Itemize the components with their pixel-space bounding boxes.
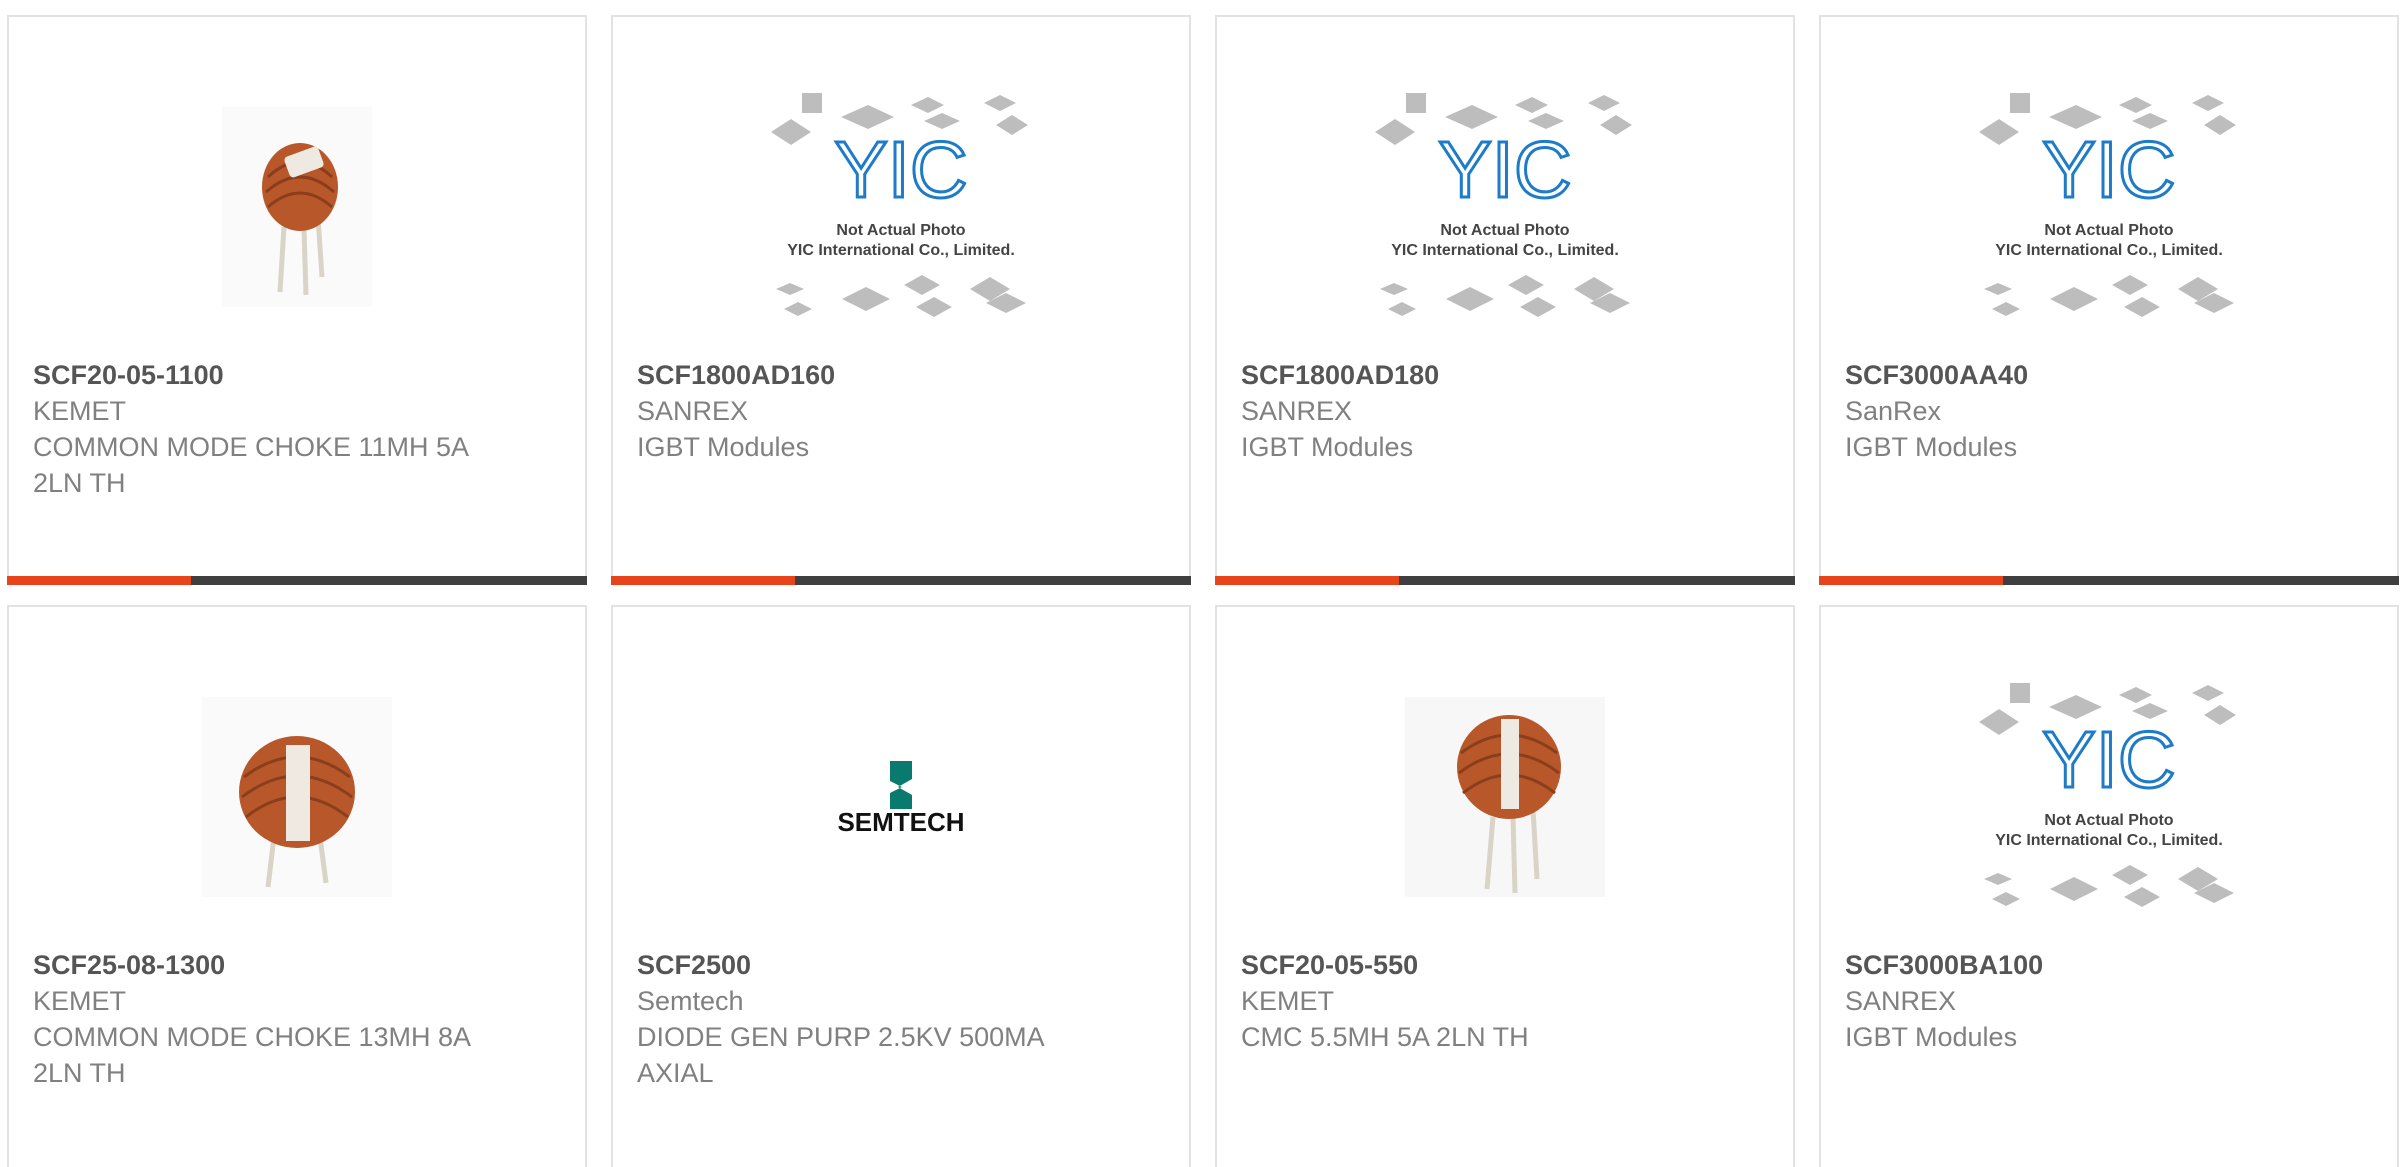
part-number[interactable]: SCF20-05-1100 [33, 357, 561, 393]
card-footer-bar [611, 576, 1191, 585]
placeholder-line2: YIC International Co., Limited. [1391, 242, 1619, 259]
choke-icon [202, 697, 392, 897]
product-grid: SCF20-05-1100 KEMET COMMON MODE CHOKE 11… [0, 0, 2400, 1167]
product-info: SCF1800AD180 SANREX IGBT Modules [1241, 357, 1769, 465]
semtech-logo-icon: SEMTECH [837, 761, 965, 837]
manufacturer: KEMET [1241, 986, 1335, 1016]
card-accent [611, 576, 795, 585]
placeholder-line1: Not Actual Photo [836, 222, 965, 239]
product-description: COMMON MODE CHOKE 13MH 8A 2LN TH [33, 1022, 470, 1088]
product-info: SCF20-05-550 KEMET CMC 5.5MH 5A 2LN TH [1241, 947, 1769, 1055]
manufacturer: SANREX [1241, 396, 1353, 426]
product-image[interactable] [9, 682, 585, 912]
card-accent [7, 576, 191, 585]
product-description: DIODE GEN PURP 2.5KV 500MA AXIAL [637, 1022, 1044, 1088]
placeholder-line1: Not Actual Photo [2044, 222, 2173, 239]
manufacturer: Semtech [637, 986, 744, 1016]
product-description: IGBT Modules [637, 432, 810, 462]
product-image[interactable] [9, 92, 585, 322]
product-info: SCF3000BA100 SANREX IGBT Modules [1845, 947, 2373, 1055]
product-image[interactable]: YIC Not Actual Photo YIC International C… [613, 92, 1189, 322]
product-description: IGBT Modules [1845, 432, 2018, 462]
placeholder-image-icon: YIC Not Actual Photo YIC International C… [1375, 93, 1632, 317]
product-card[interactable]: SCF20-05-1100 KEMET COMMON MODE CHOKE 11… [7, 15, 587, 585]
manufacturer: SanRex [1845, 396, 1942, 426]
placeholder-line1: Not Actual Photo [1440, 222, 1569, 239]
product-info: SCF3000AA40 SanRex IGBT Modules [1845, 357, 2373, 465]
product-info: SCF1800AD160 SANREX IGBT Modules [637, 357, 1165, 465]
part-number[interactable]: SCF20-05-550 [1241, 947, 1769, 983]
placeholder-line2: YIC International Co., Limited. [1995, 242, 2223, 259]
brand-logo-text: SEMTECH [837, 807, 964, 837]
product-image[interactable] [1217, 682, 1793, 912]
part-number[interactable]: SCF2500 [637, 947, 1165, 983]
manufacturer: KEMET [33, 396, 127, 426]
card-footer-bar [7, 576, 587, 585]
product-card[interactable]: YIC Not Actual Photo YIC International C… [611, 15, 1191, 585]
part-number[interactable]: SCF1800AD180 [1241, 357, 1769, 393]
product-card[interactable]: SEMTECH SCF2500 Semtech DIODE GEN PURP 2… [611, 605, 1191, 1167]
placeholder-image-icon: YIC Not Actual Photo YIC International C… [771, 93, 1028, 317]
product-description: IGBT Modules [1845, 1022, 2018, 1052]
manufacturer: SANREX [1845, 986, 1957, 1016]
product-card[interactable]: SCF25-08-1300 KEMET COMMON MODE CHOKE 13… [7, 605, 587, 1167]
product-image[interactable]: YIC Not Actual Photo YIC International C… [1821, 92, 2397, 322]
placeholder-line1: Not Actual Photo [2044, 812, 2173, 829]
product-image[interactable]: SEMTECH [613, 682, 1189, 912]
placeholder-line2: YIC International Co., Limited. [787, 242, 1015, 259]
card-footer-bar [1215, 576, 1795, 585]
placeholder-image-icon: YIC Not Actual Photo YIC International C… [1979, 683, 2236, 907]
product-description: IGBT Modules [1241, 432, 1414, 462]
placeholder-logo: YIC [834, 125, 967, 214]
card-accent [1215, 576, 1399, 585]
placeholder-logo: YIC [2042, 125, 2175, 214]
choke-icon [1405, 697, 1605, 897]
product-image[interactable]: YIC Not Actual Photo YIC International C… [1217, 92, 1793, 322]
placeholder-image-icon: YIC Not Actual Photo YIC International C… [1979, 93, 2236, 317]
card-accent [1819, 576, 2003, 585]
choke-icon [222, 107, 372, 307]
part-number[interactable]: SCF3000BA100 [1845, 947, 2373, 983]
part-number[interactable]: SCF25-08-1300 [33, 947, 561, 983]
product-image[interactable]: YIC Not Actual Photo YIC International C… [1821, 682, 2397, 912]
placeholder-line2: YIC International Co., Limited. [1995, 832, 2223, 849]
product-info: SCF20-05-1100 KEMET COMMON MODE CHOKE 11… [33, 357, 561, 501]
product-info: SCF2500 Semtech DIODE GEN PURP 2.5KV 500… [637, 947, 1165, 1091]
product-card[interactable]: YIC Not Actual Photo YIC International C… [1819, 15, 2399, 585]
manufacturer: SANREX [637, 396, 749, 426]
product-info: SCF25-08-1300 KEMET COMMON MODE CHOKE 13… [33, 947, 561, 1091]
placeholder-logo: YIC [2042, 715, 2175, 804]
product-card[interactable]: SCF20-05-550 KEMET CMC 5.5MH 5A 2LN TH [1215, 605, 1795, 1167]
product-card[interactable]: YIC Not Actual Photo YIC International C… [1215, 15, 1795, 585]
card-footer-bar [1819, 576, 2399, 585]
placeholder-logo: YIC [1438, 125, 1571, 214]
part-number[interactable]: SCF1800AD160 [637, 357, 1165, 393]
manufacturer: KEMET [33, 986, 127, 1016]
product-description: COMMON MODE CHOKE 11MH 5A 2LN TH [33, 432, 468, 498]
product-description: CMC 5.5MH 5A 2LN TH [1241, 1022, 1529, 1052]
part-number[interactable]: SCF3000AA40 [1845, 357, 2373, 393]
product-card[interactable]: YIC Not Actual Photo YIC International C… [1819, 605, 2399, 1167]
